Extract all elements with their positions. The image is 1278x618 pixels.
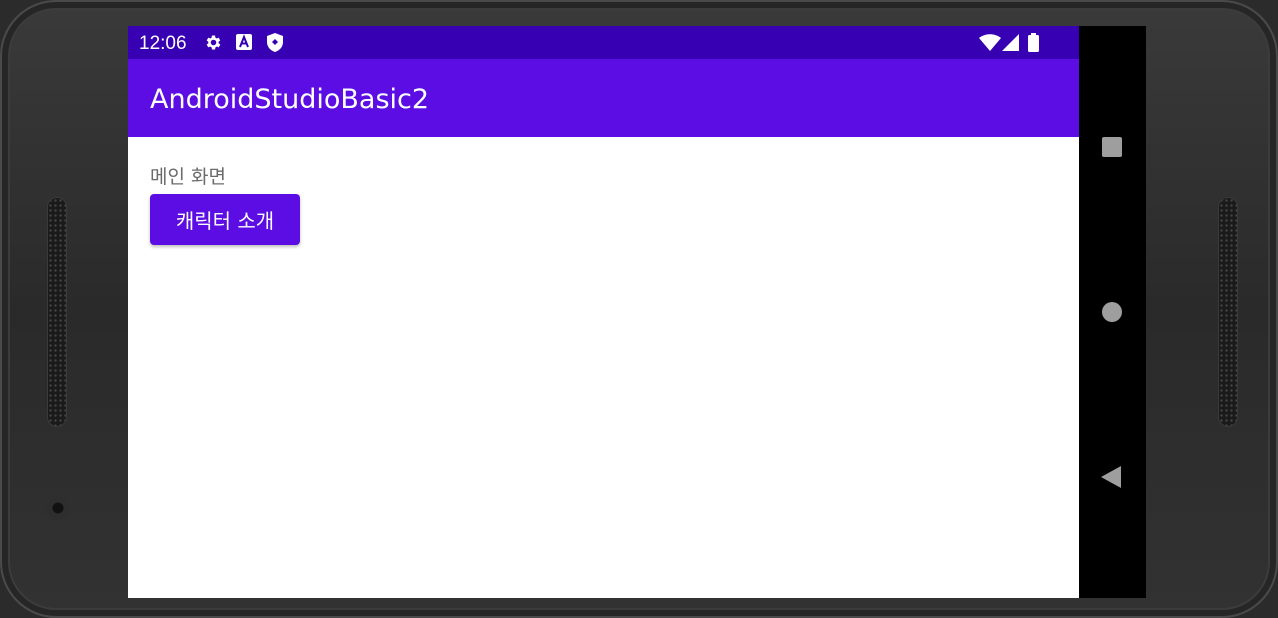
a-square-icon xyxy=(236,34,252,55)
gear-icon xyxy=(204,33,223,57)
signal-icon xyxy=(1002,34,1019,56)
back-triangle-icon[interactable] xyxy=(1101,466,1121,493)
left-speaker-grille xyxy=(47,197,67,427)
front-camera xyxy=(46,496,70,520)
home-circle-icon[interactable] xyxy=(1102,302,1122,322)
shield-icon xyxy=(266,33,284,57)
main-content: 메인 화면 캐릭터 소개 xyxy=(128,137,1079,598)
device-frame: 12:06 AndroidStudioBasic2 메인 화면 캐릭터 소개 xyxy=(0,0,1278,618)
app-area: 12:06 AndroidStudioBasic2 메인 화면 캐릭터 소개 xyxy=(128,26,1079,598)
main-screen-label: 메인 화면 xyxy=(150,166,226,188)
wifi-icon xyxy=(979,34,1001,56)
toolbar-title: AndroidStudioBasic2 xyxy=(150,84,430,115)
recents-square-icon[interactable] xyxy=(1102,137,1122,157)
navigation-bar xyxy=(1079,26,1146,598)
status-time: 12:06 xyxy=(139,33,187,54)
battery-icon xyxy=(1028,33,1039,57)
right-speaker-grille xyxy=(1218,197,1238,427)
device-screen: 12:06 AndroidStudioBasic2 메인 화면 캐릭터 소개 xyxy=(128,26,1146,598)
character-intro-button[interactable]: 캐릭터 소개 xyxy=(150,194,300,245)
app-toolbar: AndroidStudioBasic2 xyxy=(128,59,1079,137)
status-bar: 12:06 xyxy=(128,26,1079,59)
